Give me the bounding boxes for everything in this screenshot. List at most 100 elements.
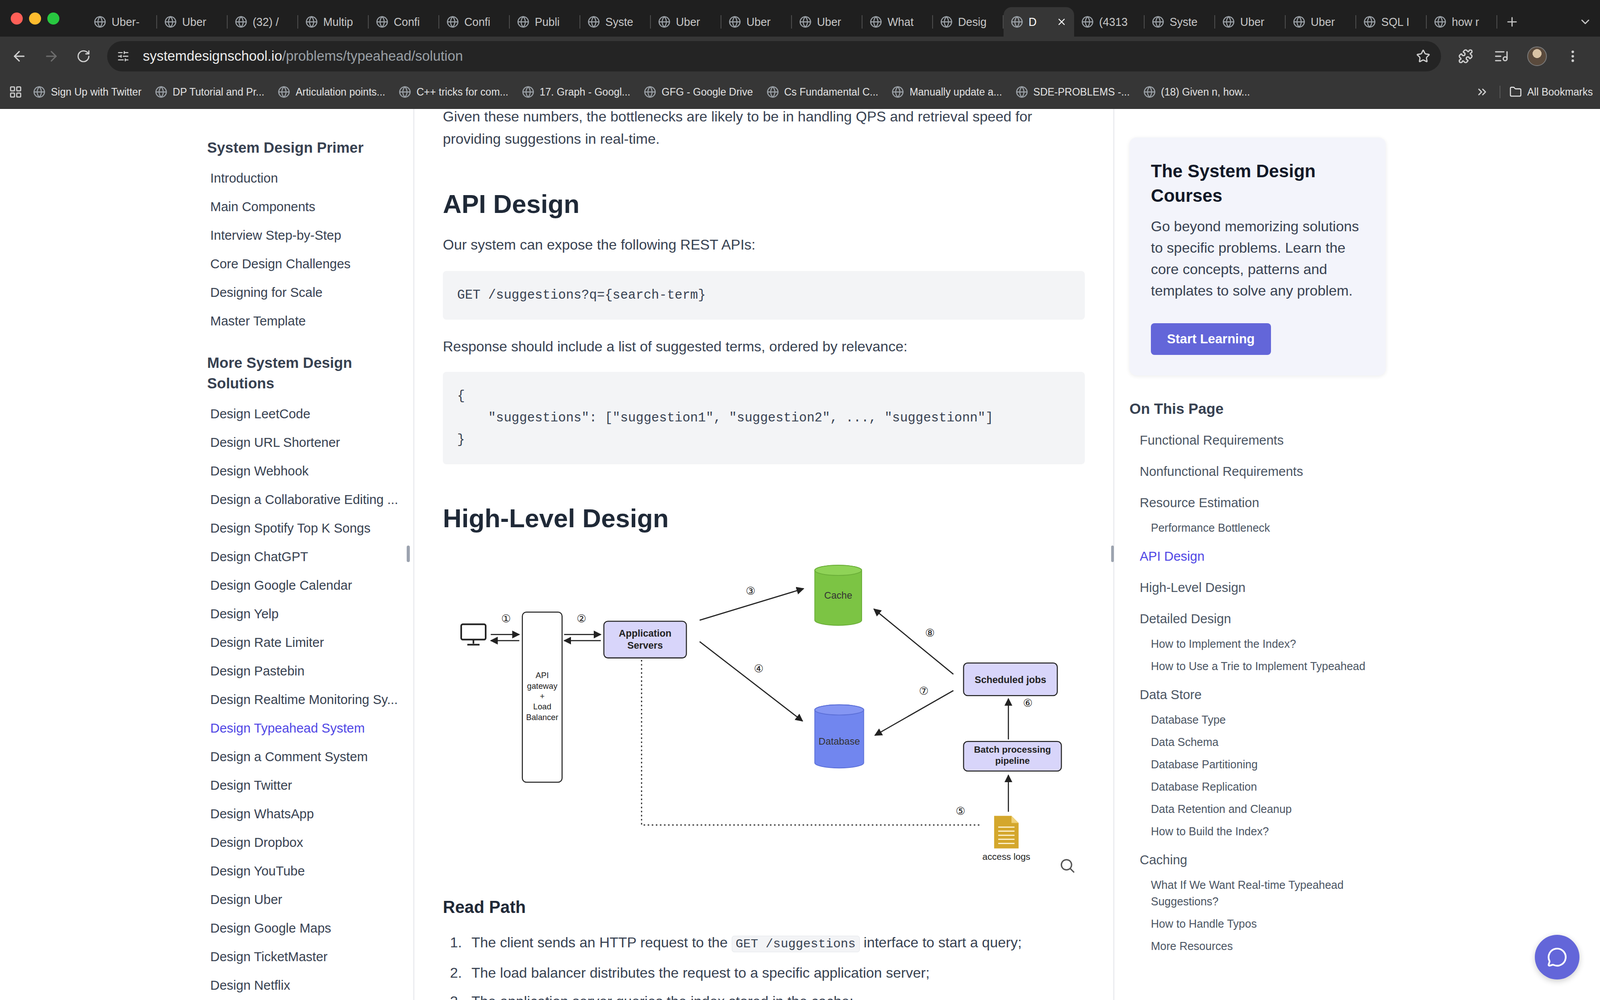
more-bookmarks-icon[interactable] <box>1475 85 1489 99</box>
column-resize-handle[interactable] <box>1111 545 1114 563</box>
toc-item[interactable]: Caching <box>1129 846 1407 874</box>
toc-item[interactable]: How to Build the Index? <box>1129 819 1407 842</box>
bookmark-item[interactable]: Manually update a... <box>891 85 1002 99</box>
window-control-button[interactable] <box>47 12 60 25</box>
browser-tab[interactable]: Multip <box>298 7 369 37</box>
sidebar-item[interactable]: Design ChatGPT <box>207 542 414 571</box>
browser-tab[interactable]: (32) / <box>227 7 299 37</box>
bookmark-item[interactable]: Cs Fundamental C... <box>766 85 879 99</box>
sidebar-item[interactable]: Designing for Scale <box>207 278 414 307</box>
chat-button[interactable] <box>1534 934 1580 980</box>
toc-item[interactable]: How to Implement the Index? <box>1129 632 1407 655</box>
bookmark-item[interactable]: DP Tutorial and Pr... <box>154 85 265 99</box>
bookmark-item[interactable]: SDE-PROBLEMS -... <box>1015 85 1130 99</box>
new-tab-button[interactable] <box>1497 7 1527 37</box>
sidebar-item[interactable]: Introduction <box>207 163 414 193</box>
profile-button[interactable] <box>1522 41 1552 71</box>
browser-tab[interactable]: Publi <box>509 7 581 37</box>
toc-item[interactable]: How to Handle Typos <box>1129 912 1407 935</box>
apps-grid-icon[interactable] <box>8 85 23 99</box>
toc-item[interactable]: Data Schema <box>1129 730 1407 753</box>
browser-tab[interactable]: Syste <box>1144 7 1216 37</box>
sidebar-item[interactable]: Interview Step-by-Step <box>207 220 414 250</box>
sidebar-item[interactable]: Design Typeahead System <box>207 713 414 743</box>
sidebar-item[interactable]: Design Netflix <box>207 970 414 1000</box>
extensions-button[interactable] <box>1450 41 1481 71</box>
toc-item[interactable]: Performance Bottleneck <box>1129 516 1407 539</box>
all-bookmarks-button[interactable]: All Bookmarks <box>1499 85 1593 99</box>
bookmark-item[interactable]: Sign Up with Twitter <box>33 85 142 99</box>
menu-button[interactable] <box>1558 41 1588 71</box>
browser-tab[interactable]: Uber <box>1285 7 1357 37</box>
browser-tab[interactable]: Uber- <box>86 7 158 37</box>
toc-item[interactable]: What If We Want Real-time Typeahead Sugg… <box>1129 873 1407 913</box>
back-button[interactable] <box>5 42 34 71</box>
bookmark-item[interactable]: 17. Graph - Googl... <box>521 85 631 99</box>
bookmark-item[interactable]: C++ tricks for com... <box>398 85 509 99</box>
toc-item[interactable]: Database Partitioning <box>1129 752 1407 775</box>
sidebar-item[interactable]: Design Webhook <box>207 456 414 486</box>
bookmark-item[interactable]: (18) Given n, how... <box>1143 85 1250 99</box>
sidebar-item[interactable]: Design Uber <box>207 885 414 914</box>
browser-tab[interactable]: Confi <box>439 7 510 37</box>
bookmark-star-icon[interactable] <box>1416 49 1431 64</box>
forward-button[interactable] <box>37 42 66 71</box>
toc-item[interactable]: Functional Requirements <box>1129 427 1407 454</box>
sidebar-item[interactable]: Design Spotify Top K Songs <box>207 513 414 543</box>
sidebar-item[interactable]: Design Yelp <box>207 599 414 629</box>
toc-item[interactable]: Database Replication <box>1129 775 1407 798</box>
sidebar-item[interactable]: Design a Comment System <box>207 742 414 771</box>
reload-button[interactable] <box>69 42 98 71</box>
browser-tab[interactable]: Uber <box>650 7 722 37</box>
toc-item[interactable]: Data Retention and Cleanup <box>1129 797 1407 820</box>
sidebar-item[interactable]: Design Realtime Monitoring Sy... <box>207 685 414 714</box>
toc-item[interactable]: API Design <box>1129 543 1407 570</box>
bookmark-item[interactable]: GFG - Google Drive <box>643 85 754 99</box>
browser-tab[interactable]: Desig <box>933 7 1004 37</box>
window-control-button[interactable] <box>29 12 42 25</box>
sidebar-item[interactable]: Design Rate Limiter <box>207 628 414 657</box>
browser-tab[interactable]: SQL I <box>1356 7 1427 37</box>
toc-item[interactable]: More Resources <box>1129 934 1407 957</box>
url-text[interactable]: systemdesignschool.io/problems/typeahead… <box>142 48 1406 65</box>
browser-tab[interactable]: Confi <box>368 7 440 37</box>
toc-item[interactable]: Data Store <box>1129 681 1407 709</box>
sidebar-item[interactable]: Design Google Calendar <box>207 570 414 600</box>
browser-tab[interactable]: Uber <box>791 7 863 37</box>
browser-tab[interactable]: Uber <box>157 7 228 37</box>
sidebar-item[interactable]: Design WhatsApp <box>207 799 414 829</box>
browser-tab[interactable]: how r <box>1426 7 1498 37</box>
sidebar-item[interactable]: Design LeetCode <box>207 399 414 429</box>
sidebar-item[interactable]: Design YouTube <box>207 856 414 886</box>
sidebar-scrollbar[interactable] <box>406 545 410 563</box>
sidebar-item[interactable]: Master Template <box>207 306 414 336</box>
sidebar-item[interactable]: Main Components <box>207 192 414 221</box>
toc-item[interactable]: Detailed Design <box>1129 605 1407 633</box>
sidebar-item[interactable]: Design Pastebin <box>207 656 414 686</box>
bookmark-item[interactable]: Articulation points... <box>277 85 386 99</box>
media-button[interactable] <box>1486 41 1517 71</box>
browser-tab[interactable]: (4313 <box>1074 7 1145 37</box>
browser-tab[interactable]: What <box>862 7 934 37</box>
browser-tab[interactable]: Uber <box>721 7 792 37</box>
sidebar-item[interactable]: Design a Collaborative Editing ... <box>207 485 414 514</box>
browser-tab[interactable]: Syste <box>580 7 651 37</box>
site-info-button[interactable] <box>114 47 133 66</box>
sidebar-item[interactable]: Design Dropbox <box>207 828 414 857</box>
sidebar-item[interactable]: Design Google Maps <box>207 913 414 943</box>
tab-search-button[interactable] <box>1570 7 1600 37</box>
toc-item[interactable]: How to Use a Trie to Implement Typeahead <box>1129 654 1407 677</box>
start-learning-button[interactable]: Start Learning <box>1150 323 1271 355</box>
browser-tab[interactable]: Uber <box>1215 7 1286 37</box>
window-control-button[interactable] <box>10 12 23 25</box>
toc-item[interactable]: High-Level Design <box>1129 574 1407 601</box>
sidebar-item[interactable]: Core Design Challenges <box>207 249 414 279</box>
sidebar-item[interactable]: Design URL Shortener <box>207 428 414 457</box>
sidebar-item[interactable]: Design Twitter <box>207 770 414 800</box>
toc-item[interactable]: Nonfunctional Requirements <box>1129 458 1407 485</box>
close-tab-icon[interactable] <box>1056 16 1067 28</box>
zoom-icon[interactable] <box>1061 859 1075 873</box>
toc-item[interactable]: Resource Estimation <box>1129 489 1407 517</box>
toc-item[interactable]: Database Type <box>1129 708 1407 731</box>
address-bar[interactable]: systemdesignschool.io/problems/typeahead… <box>107 41 1442 72</box>
